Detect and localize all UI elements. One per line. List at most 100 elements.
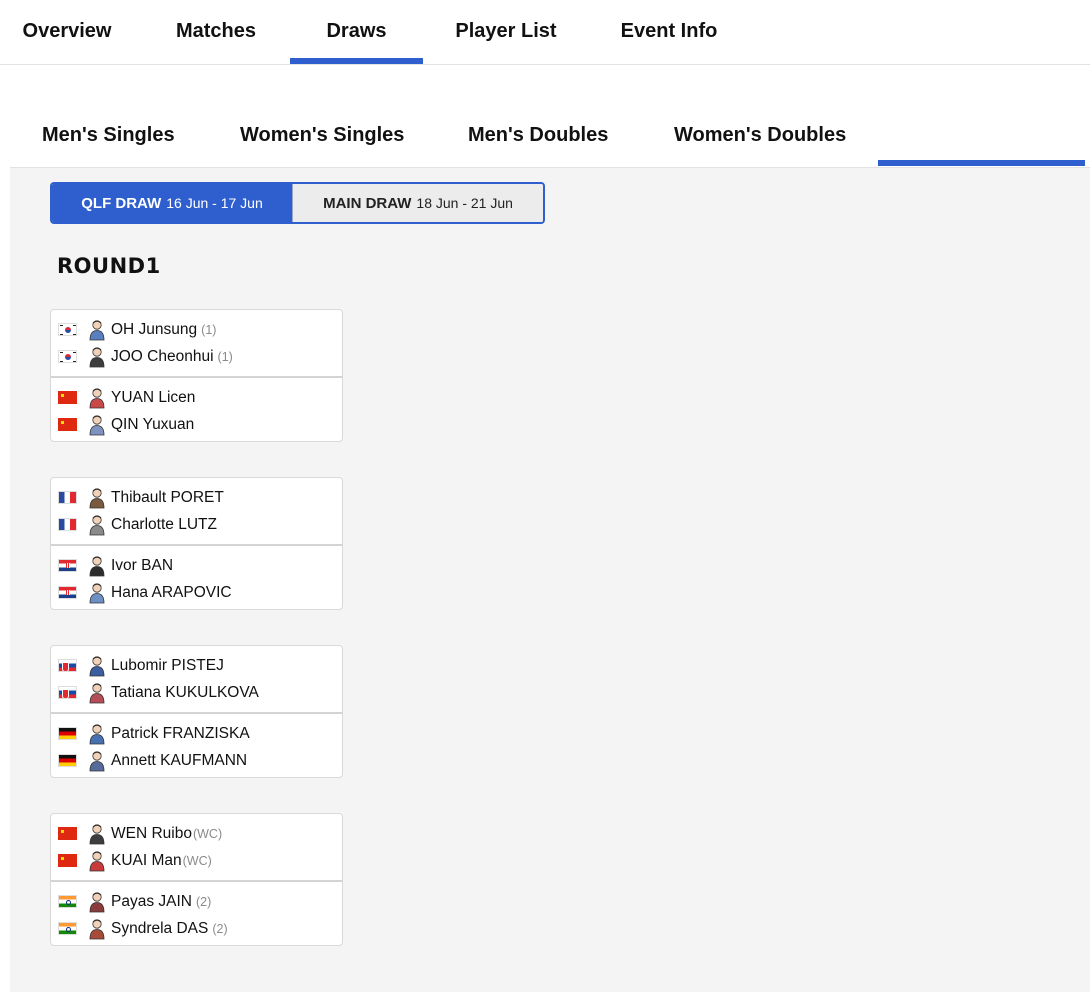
player-row[interactable]: Hana ARAPOVIC xyxy=(51,579,342,606)
player-avatar-icon xyxy=(89,555,105,576)
player-avatar-icon xyxy=(89,850,105,871)
team-team2: Payas JAIN (2) Syndrela DAS (2) xyxy=(51,880,342,945)
subtab-womens-singles[interactable]: Women's Singles xyxy=(240,106,404,164)
player-name[interactable]: Syndrela DAS xyxy=(111,920,208,938)
player-name[interactable]: QIN Yuxuan xyxy=(111,416,194,434)
player-name[interactable]: Ivor BAN xyxy=(111,557,173,575)
player-name[interactable]: YUAN Licen xyxy=(111,389,195,407)
flag-ger-icon xyxy=(58,727,77,740)
player-name[interactable]: Charlotte LUTZ xyxy=(111,516,217,534)
seed-label: (2) xyxy=(212,921,228,936)
draw-toggle: QLF DRAW 16 Jun - 17 Jun MAIN DRAW 18 Ju… xyxy=(50,182,545,224)
player-name[interactable]: OH Junsung xyxy=(111,321,197,339)
active-subtab-indicator xyxy=(878,160,1085,166)
player-row[interactable]: WEN Ruibo (WC) xyxy=(51,820,342,847)
flag-chn-icon xyxy=(58,854,77,867)
player-name[interactable]: WEN Ruibo xyxy=(111,825,192,843)
player-row[interactable]: Payas JAIN (2) xyxy=(51,888,342,915)
player-name[interactable]: JOO Cheonhui xyxy=(111,348,214,366)
tab-player-list[interactable]: Player List xyxy=(454,0,558,64)
player-row[interactable]: Annett KAUFMANN xyxy=(51,747,342,774)
seed-label: (1) xyxy=(201,322,217,337)
flag-kor-icon xyxy=(58,350,77,363)
player-row[interactable]: JOO Cheonhui (1) xyxy=(51,343,342,370)
match-card[interactable]: WEN Ruibo (WC) KUAI Man (WC) Payas JAIN (2) Sy… xyxy=(50,813,343,946)
player-avatar-icon xyxy=(89,750,105,771)
player-row[interactable]: Charlotte LUTZ xyxy=(51,511,342,538)
player-row[interactable]: YUAN Licen xyxy=(51,384,342,411)
player-name[interactable]: Lubomir PISTEJ xyxy=(111,657,224,675)
seed-label: (2) xyxy=(195,894,212,909)
player-avatar-icon xyxy=(89,414,105,435)
team-team1: Thibault PORET Charlotte LUTZ xyxy=(51,478,342,544)
player-avatar-icon xyxy=(89,582,105,603)
flag-chn-icon xyxy=(58,418,77,431)
player-row[interactable]: KUAI Man (WC) xyxy=(51,847,342,874)
flag-cro-icon xyxy=(58,586,77,599)
tab-draws[interactable]: Draws xyxy=(290,0,423,64)
qlf-draw-dates: 16 Jun - 17 Jun xyxy=(166,195,263,211)
match-card[interactable]: OH Junsung (1) JOO Cheonhui (1) YUAN Licen QI… xyxy=(50,309,343,442)
flag-ind-icon xyxy=(58,922,77,935)
top-tab-bar: Overview Matches Draws Player List Event… xyxy=(0,0,1090,65)
subtab-mens-doubles[interactable]: Men's Doubles xyxy=(468,106,608,164)
player-row[interactable]: OH Junsung (1) xyxy=(51,316,342,343)
player-avatar-icon xyxy=(89,655,105,676)
player-name[interactable]: Payas JAIN xyxy=(111,893,192,911)
team-team1: WEN Ruibo (WC) KUAI Man (WC) xyxy=(51,814,342,880)
tab-event-info[interactable]: Event Info xyxy=(619,0,719,64)
player-avatar-icon xyxy=(89,487,105,508)
draw-content: QLF DRAW 16 Jun - 17 Jun MAIN DRAW 18 Ju… xyxy=(10,168,1090,992)
player-row[interactable]: QIN Yuxuan xyxy=(51,411,342,438)
round-title: ROUND1 xyxy=(57,254,161,278)
player-avatar-icon xyxy=(89,682,105,703)
tab-matches[interactable]: Matches xyxy=(174,0,258,64)
flag-fra-icon xyxy=(58,518,77,531)
player-name[interactable]: Thibault PORET xyxy=(111,489,224,507)
match-card[interactable]: Thibault PORET Charlotte LUTZ Ivor BAN Hana… xyxy=(50,477,343,610)
flag-chn-icon xyxy=(58,827,77,840)
player-name[interactable]: Patrick FRANZISKA xyxy=(111,725,250,743)
team-team1: Lubomir PISTEJ Tatiana KUKULKOVA xyxy=(51,646,342,712)
player-avatar-icon xyxy=(89,387,105,408)
player-avatar-icon xyxy=(89,514,105,535)
flag-svk-icon xyxy=(58,686,77,699)
player-name[interactable]: Annett KAUFMANN xyxy=(111,752,247,770)
player-row[interactable]: Patrick FRANZISKA xyxy=(51,720,342,747)
main-draw-button[interactable]: MAIN DRAW 18 Jun - 21 Jun xyxy=(292,184,543,222)
player-avatar-icon xyxy=(89,891,105,912)
player-avatar-icon xyxy=(89,918,105,939)
player-row[interactable]: Thibault PORET xyxy=(51,484,342,511)
subtab-womens-doubles[interactable]: Women's Doubles xyxy=(674,106,846,164)
flag-fra-icon xyxy=(58,491,77,504)
seed-label: (WC) xyxy=(182,853,212,868)
player-name[interactable]: Hana ARAPOVIC xyxy=(111,584,232,602)
player-name[interactable]: KUAI Man xyxy=(111,852,182,870)
flag-cro-icon xyxy=(58,559,77,572)
subtab-mens-singles[interactable]: Men's Singles xyxy=(42,106,175,164)
flag-chn-icon xyxy=(58,391,77,404)
qlf-draw-button[interactable]: QLF DRAW 16 Jun - 17 Jun xyxy=(52,184,292,222)
main-draw-dates: 18 Jun - 21 Jun xyxy=(416,195,513,211)
tab-overview[interactable]: Overview xyxy=(22,0,112,64)
flag-svk-icon xyxy=(58,659,77,672)
seed-label: (WC) xyxy=(192,826,223,841)
flag-kor-icon xyxy=(58,323,77,336)
player-row[interactable]: Syndrela DAS (2) xyxy=(51,915,342,942)
match-card[interactable]: Lubomir PISTEJ Tatiana KUKULKOVA Patrick F… xyxy=(50,645,343,778)
player-avatar-icon xyxy=(89,823,105,844)
player-avatar-icon xyxy=(89,346,105,367)
qlf-draw-label: QLF DRAW xyxy=(81,194,162,212)
main-draw-label: MAIN DRAW xyxy=(323,194,412,212)
team-team2: YUAN Licen QIN Yuxuan xyxy=(51,376,342,441)
player-name[interactable]: Tatiana KUKULKOVA xyxy=(111,684,259,702)
player-row[interactable]: Lubomir PISTEJ xyxy=(51,652,342,679)
team-team1: OH Junsung (1) JOO Cheonhui (1) xyxy=(51,310,342,376)
flag-ind-icon xyxy=(58,895,77,908)
player-row[interactable]: Ivor BAN xyxy=(51,552,342,579)
event-sub-tabs: Men's Singles Women's Singles Men's Doub… xyxy=(10,106,1090,168)
player-avatar-icon xyxy=(89,319,105,340)
team-team2: Patrick FRANZISKA Annett KAUFMANN xyxy=(51,712,342,777)
flag-ger-icon xyxy=(58,754,77,767)
player-row[interactable]: Tatiana KUKULKOVA xyxy=(51,679,342,706)
